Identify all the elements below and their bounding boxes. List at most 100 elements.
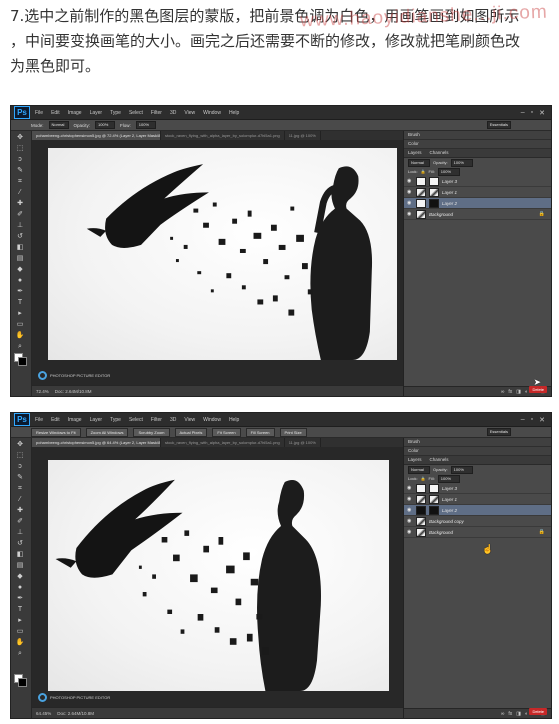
canvas-area[interactable]: PHOTOSHOP PICTURE EDITOR [32, 140, 403, 386]
path-select-tool-icon[interactable]: ▸ [15, 309, 25, 318]
move-tool-icon[interactable]: ✥ [15, 440, 25, 449]
tab-layers[interactable]: Layers [408, 149, 422, 157]
gradient-tool-icon[interactable]: ▤ [15, 561, 25, 570]
zoom-all-windows-checkbox[interactable]: Zoom All Windows [85, 427, 129, 437]
history-brush-icon[interactable]: ↺ [15, 539, 25, 548]
layer-row-selected[interactable]: ◉ Layer 2 [404, 198, 551, 209]
visibility-eye-icon[interactable]: ◉ [407, 496, 413, 502]
layer-opacity-field[interactable]: 100% [450, 158, 473, 167]
eyedropper-tool-icon[interactable]: ⁄ [15, 495, 25, 504]
menu-window[interactable]: Window [203, 110, 221, 116]
menu-edit[interactable]: Edit [51, 417, 60, 423]
quick-select-tool-icon[interactable]: ✎ [15, 473, 25, 482]
canvas-image[interactable] [48, 148, 397, 360]
delete-badge[interactable]: Delete [529, 708, 547, 715]
close-icon[interactable]: ✕ [539, 416, 545, 424]
add-mask-icon[interactable]: ◨ [516, 711, 521, 717]
healing-tool-icon[interactable]: ✚ [15, 506, 25, 515]
link-layers-icon[interactable]: ∞ [501, 711, 505, 717]
zoom-readout[interactable]: 64.45% [36, 711, 51, 716]
visibility-eye-icon[interactable]: ◉ [407, 178, 413, 184]
visibility-eye-icon[interactable]: ◉ [407, 507, 413, 513]
brush-panel-tab[interactable]: Brush [404, 438, 551, 447]
fx-icon[interactable]: fx [508, 389, 512, 395]
type-tool-icon[interactable]: T [15, 298, 25, 307]
background-color-swatch[interactable] [18, 678, 27, 687]
color-panel-tab[interactable]: Color [404, 140, 551, 149]
menu-help[interactable]: Help [229, 417, 239, 423]
blend-mode-select[interactable]: Normal [408, 465, 430, 474]
adjustment-icon[interactable]: ◐ [525, 711, 528, 717]
maximize-icon[interactable]: ▫ [531, 416, 533, 424]
lasso-tool-icon[interactable]: ↄ [15, 155, 25, 164]
workspace-select[interactable]: Essentials [486, 121, 511, 129]
menu-view[interactable]: View [184, 110, 195, 116]
background-color-swatch[interactable] [18, 357, 27, 366]
layer-row[interactable]: ◉ Layer 3 [404, 176, 551, 187]
layer-mask-thumbnail[interactable] [429, 505, 439, 515]
quick-select-tool-icon[interactable]: ✎ [15, 166, 25, 175]
visibility-eye-icon[interactable]: ◉ [407, 211, 413, 217]
layer-mask-thumbnail[interactable] [429, 483, 439, 493]
menu-layer[interactable]: Layer [90, 417, 103, 423]
tab-channels[interactable]: Channels [430, 456, 449, 464]
workspace-select[interactable]: Essentials [486, 428, 511, 436]
brush-panel-tab[interactable]: Brush [404, 131, 551, 140]
document-tab[interactable]: stock_raven_flying_with_alpha_layer_by_s… [161, 131, 285, 140]
history-brush-icon[interactable]: ↺ [15, 232, 25, 241]
layer-row[interactable]: ◉ Background 🔒 [404, 209, 551, 220]
pen-tool-icon[interactable]: ✒ [15, 594, 25, 603]
menu-view[interactable]: View [184, 417, 195, 423]
add-mask-icon[interactable]: ◨ [516, 389, 521, 395]
crop-tool-icon[interactable]: ⌗ [15, 484, 25, 493]
layer-row[interactable]: ◉ Layer 1 [404, 187, 551, 198]
print-size-button[interactable]: Print Size [279, 427, 307, 437]
stamp-tool-icon[interactable]: ⊥ [15, 528, 25, 537]
brush-tool-icon[interactable]: ✐ [15, 210, 25, 219]
dodge-tool-icon[interactable]: ● [15, 583, 25, 592]
minimize-icon[interactable]: – [521, 109, 525, 117]
zoom-tool-icon[interactable]: ⌕ [15, 342, 25, 351]
menu-image[interactable]: Image [68, 110, 82, 116]
layer-row[interactable]: ◉ Background copy [404, 516, 551, 527]
layer-opacity-field[interactable]: 100% [450, 465, 473, 474]
layer-mask-thumbnail[interactable] [429, 494, 439, 504]
scrubby-zoom-checkbox[interactable]: Scrubby Zoom [133, 427, 170, 437]
document-tab[interactable]: 11.jpg @ 100% [285, 131, 321, 140]
canvas-area[interactable]: PHOTOSHOP PICTURE EDITOR [32, 447, 403, 708]
fill-screen-button[interactable]: Fill Screen [245, 427, 275, 437]
menu-type[interactable]: Type [110, 417, 121, 423]
menu-filter[interactable]: Filter [151, 110, 162, 116]
pen-tool-icon[interactable]: ✒ [15, 287, 25, 296]
menu-3d[interactable]: 3D [170, 417, 176, 423]
path-select-tool-icon[interactable]: ▸ [15, 616, 25, 625]
blur-tool-icon[interactable]: ◆ [15, 572, 25, 581]
layer-row[interactable]: ◉ Layer 3 [404, 483, 551, 494]
gradient-tool-icon[interactable]: ▤ [15, 254, 25, 263]
document-tab[interactable]: 11.jpg @ 100% [285, 438, 321, 447]
document-tab[interactable]: stock_raven_flying_with_alpha_layer_by_s… [161, 438, 285, 447]
zoom-readout[interactable]: 72.4% [36, 389, 49, 394]
flow-field[interactable]: 100% [135, 121, 156, 129]
maximize-icon[interactable]: ▫ [531, 109, 533, 117]
menu-image[interactable]: Image [68, 417, 82, 423]
lock-icon[interactable]: 🔒 [421, 169, 426, 174]
healing-tool-icon[interactable]: ✚ [15, 199, 25, 208]
fill-field[interactable]: 100% [437, 474, 460, 483]
actual-pixels-button[interactable]: Actual Pixels [174, 427, 208, 437]
lasso-tool-icon[interactable]: ↄ [15, 462, 25, 471]
shape-tool-icon[interactable]: ▭ [15, 320, 25, 329]
close-icon[interactable]: ✕ [539, 109, 545, 117]
menu-type[interactable]: Type [110, 110, 121, 116]
menu-file[interactable]: File [35, 110, 43, 116]
blur-tool-icon[interactable]: ◆ [15, 265, 25, 274]
menu-select[interactable]: Select [129, 417, 143, 423]
fit-screen-button[interactable]: Fit Screen [212, 427, 241, 437]
marquee-tool-icon[interactable]: ⬚ [15, 451, 25, 460]
visibility-eye-icon[interactable]: ◉ [407, 200, 413, 206]
mode-select[interactable]: Normal [48, 121, 69, 129]
menu-help[interactable]: Help [229, 110, 239, 116]
tab-channels[interactable]: Channels [430, 149, 449, 157]
color-panel-tab[interactable]: Color [404, 447, 551, 456]
eraser-tool-icon[interactable]: ◧ [15, 550, 25, 559]
